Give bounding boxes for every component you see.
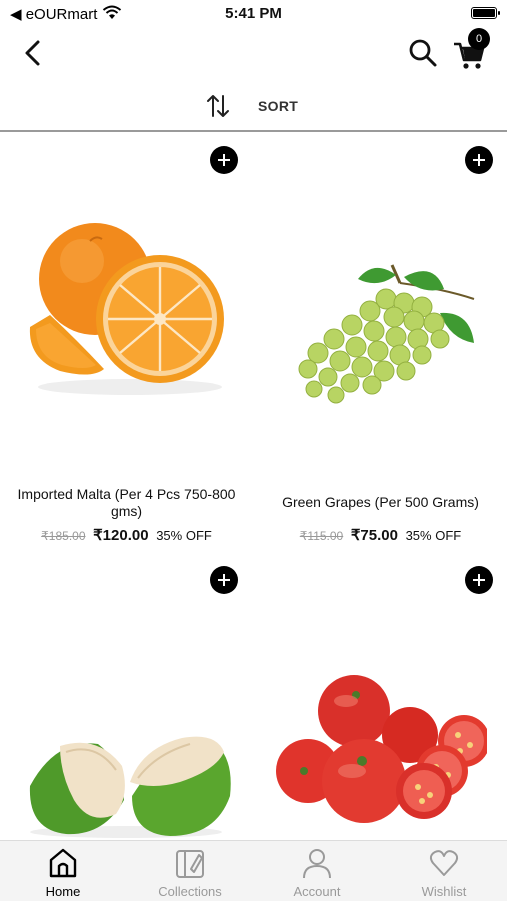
back-button[interactable] [18, 38, 48, 68]
price-row: ₹115.00 ₹75.00 35% OFF [254, 526, 507, 544]
home-icon [49, 848, 77, 878]
tab-label: Wishlist [421, 884, 467, 899]
add-to-cart-button[interactable] [210, 566, 238, 594]
sort-label: SORT [258, 98, 299, 114]
clock: 5:41 PM [225, 5, 282, 22]
tab-wishlist[interactable]: Wishlist [381, 841, 507, 901]
heart-icon [429, 850, 459, 876]
product-image-orange[interactable] [20, 219, 233, 429]
collections-icon [176, 850, 204, 878]
product-card[interactable]: Green Grapes (Per 500 Grams) ₹115.00 ₹75… [254, 134, 507, 554]
battery-icon [471, 7, 500, 19]
original-price: ₹185.00 [41, 529, 86, 543]
product-card[interactable] [0, 556, 253, 840]
product-image-tomatoes[interactable] [274, 646, 487, 856]
product-card[interactable]: Imported Malta (Per 4 Pcs 750-800 gms) ₹… [0, 134, 253, 554]
tab-collections[interactable]: Collections [127, 841, 253, 901]
tab-label: Account [293, 884, 341, 899]
sort-button[interactable]: SORT [200, 88, 310, 124]
product-name[interactable]: Green Grapes (Per 500 Grams) [264, 494, 497, 511]
status-bar: ◀ eOURmart 5:41 PM [0, 0, 507, 28]
add-to-cart-button[interactable] [210, 146, 238, 174]
search-icon[interactable] [406, 36, 440, 70]
add-to-cart-button[interactable] [465, 146, 493, 174]
original-price: ₹115.00 [299, 529, 344, 543]
sort-bar: SORT [0, 82, 507, 132]
sale-price: ₹75.00 [350, 527, 398, 544]
discount-label: 35% OFF [156, 528, 212, 543]
tab-label: Collections [158, 884, 222, 899]
price-row: ₹185.00 ₹120.00 35% OFF [0, 526, 253, 544]
discount-label: 35% OFF [405, 528, 462, 543]
add-to-cart-button[interactable] [465, 566, 493, 594]
product-card[interactable] [254, 556, 507, 840]
tab-label: Home [45, 884, 81, 899]
sale-price: ₹120.00 [93, 527, 149, 544]
account-icon [303, 849, 331, 879]
tab-bar: Home Collections Account Wishlist [0, 840, 507, 901]
tab-home[interactable]: Home [0, 841, 126, 901]
product-name[interactable]: Imported Malta (Per 4 Pcs 750-800 gms) [10, 486, 243, 520]
product-image-green-grapes[interactable] [274, 229, 487, 439]
cart-count-badge: 0 [468, 28, 490, 50]
tab-account[interactable]: Account [254, 841, 380, 901]
nav-bar: 0 [0, 28, 507, 78]
sort-icon [207, 95, 229, 117]
